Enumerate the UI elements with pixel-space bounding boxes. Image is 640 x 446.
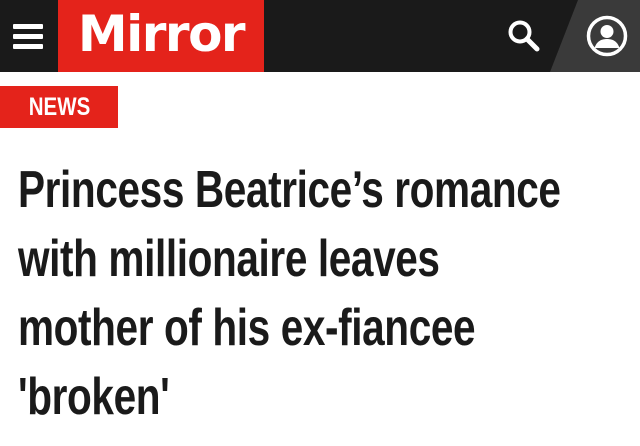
hamburger-menu-icon-bar [13, 43, 43, 49]
account-area [550, 0, 640, 72]
section-label: NEWS [28, 92, 90, 121]
mirror-logo: Mirror [77, 5, 246, 63]
hamburger-menu-icon-bar [13, 33, 43, 39]
section-tag-news[interactable]: NEWS [0, 86, 118, 128]
search-icon [508, 20, 540, 52]
site-header: Mirror [0, 0, 640, 72]
menu-button[interactable] [0, 0, 56, 72]
hamburger-menu-icon [13, 23, 43, 29]
article-headline[interactable]: Princess Beatrice’s romance with million… [18, 156, 580, 432]
mirror-logo-link[interactable]: Mirror [58, 0, 264, 72]
user-account-icon [586, 15, 628, 57]
page: Mirror NEWS Princess Beatrice’s romance … [0, 0, 640, 446]
account-button[interactable] [580, 10, 634, 62]
search-button[interactable] [496, 8, 552, 64]
